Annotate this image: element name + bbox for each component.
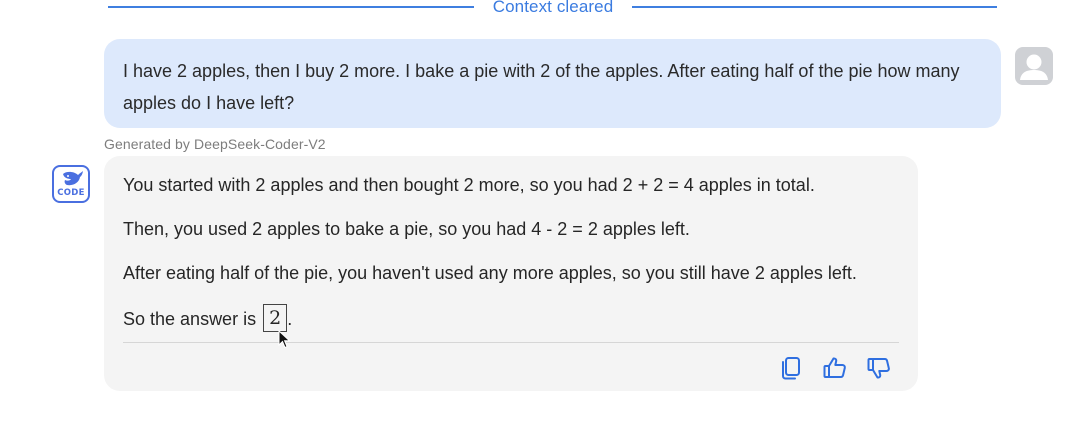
generated-by-caption: Generated by DeepSeek-Coder-V2	[104, 136, 326, 152]
copy-icon	[782, 357, 800, 380]
answer-prefix: So the answer is	[123, 309, 257, 329]
divider-line-right	[632, 6, 997, 8]
whale-icon	[63, 171, 83, 186]
user-silhouette-icon	[1020, 54, 1048, 80]
user-avatar	[1015, 47, 1053, 85]
assistant-line-2: Then, you used 2 apples to bake a pie, s…	[123, 219, 690, 239]
model-avatar-label: CODE	[57, 188, 85, 198]
thumbs-down-button[interactable]	[866, 355, 892, 381]
answer-suffix: .	[287, 309, 293, 329]
thumbs-up-icon	[823, 357, 846, 378]
assistant-line-1: You started with 2 apples and then bough…	[123, 175, 815, 195]
thumbs-down-icon	[867, 358, 890, 379]
boxed-answer: 2	[263, 304, 288, 332]
thumbs-up-button[interactable]	[822, 355, 848, 381]
context-cleared-label: Context cleared	[492, 0, 614, 16]
assistant-line-3: After eating half of the pie, you haven'…	[123, 263, 857, 283]
copy-button[interactable]	[778, 355, 804, 381]
model-avatar: CODE	[52, 165, 90, 203]
divider-line-left	[108, 6, 474, 8]
assistant-line-4: So the answer is 2.	[123, 304, 293, 333]
message-separator	[123, 342, 899, 343]
mouse-pointer-icon	[278, 330, 291, 349]
user-message-text: I have 2 apples, then I buy 2 more. I ba…	[123, 61, 960, 113]
user-message-bubble: I have 2 apples, then I buy 2 more. I ba…	[104, 39, 1001, 128]
